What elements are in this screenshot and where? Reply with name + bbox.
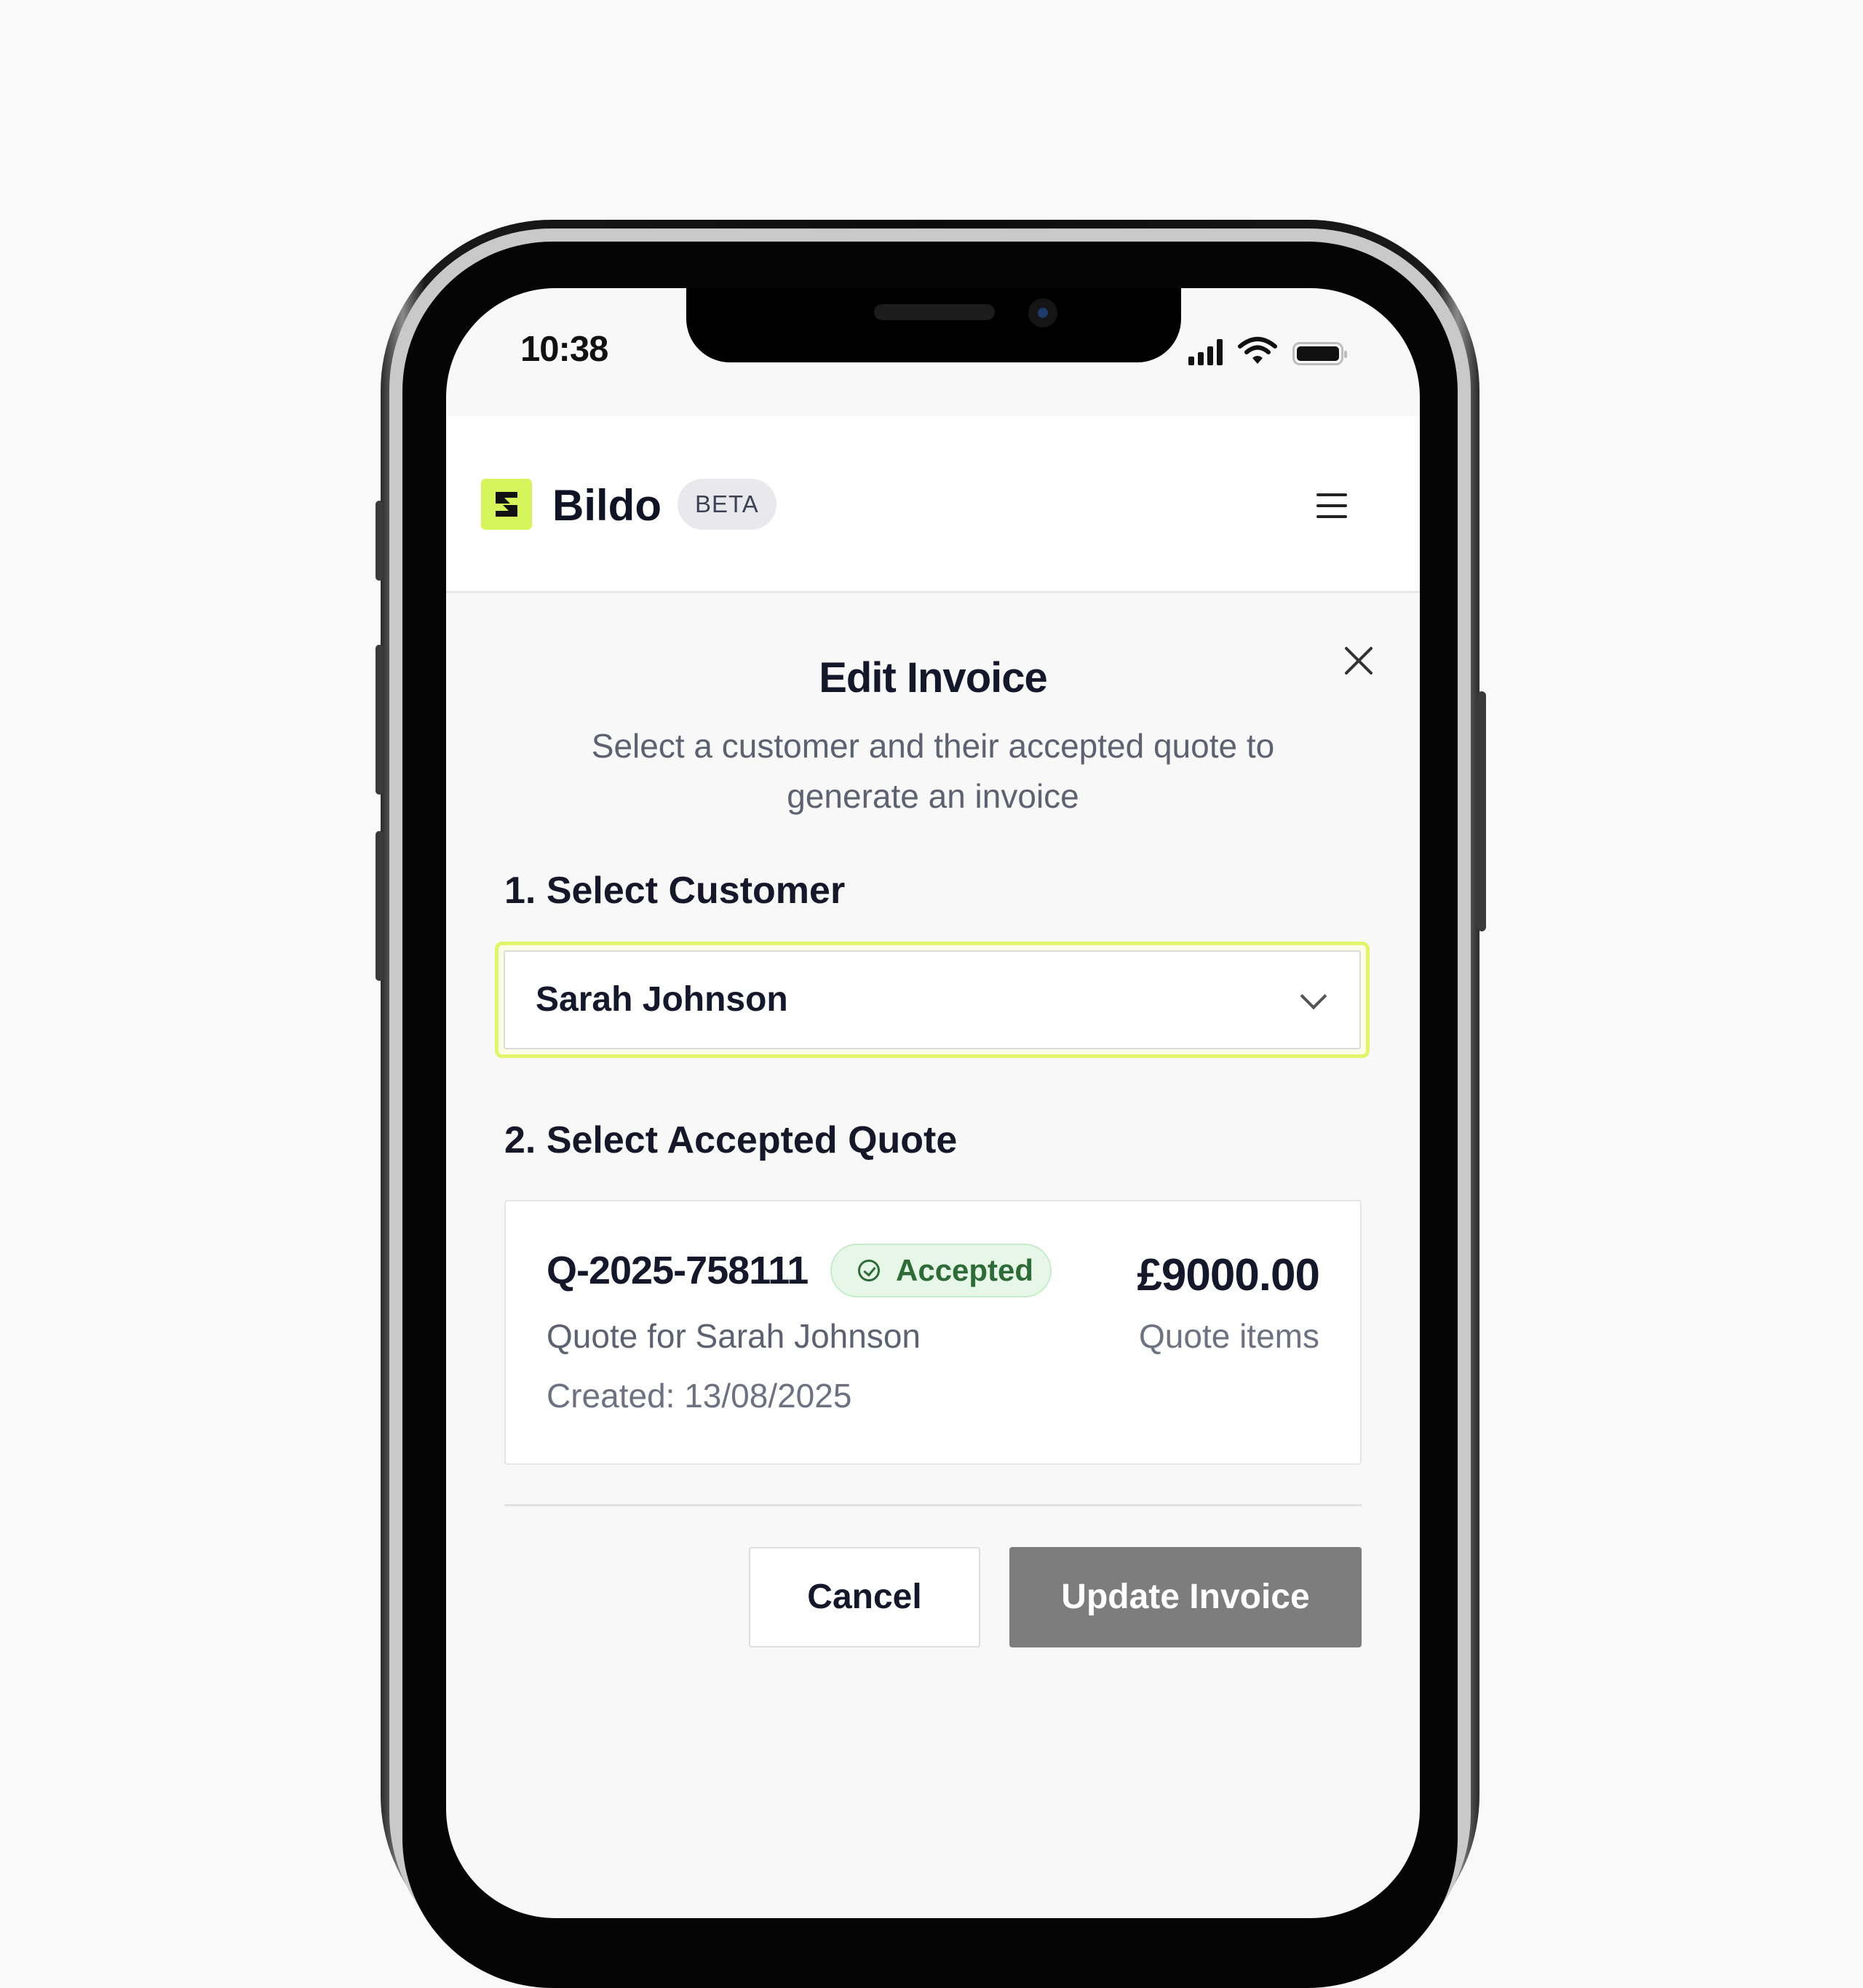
quote-id: Q-2025-758111 <box>547 1249 809 1292</box>
step1-label: 1. Select Customer <box>504 870 846 912</box>
logo-icon <box>481 479 532 530</box>
update-invoice-button[interactable]: Update Invoice <box>1009 1547 1362 1647</box>
phone-volume-up <box>376 645 383 795</box>
phone-mute-switch <box>376 501 383 581</box>
speaker <box>874 304 995 320</box>
phone-screen: 10:38 Bildo BETA Edit Invoice Select a c… <box>446 288 1420 1918</box>
quote-amount: £9000.00 <box>1137 1250 1320 1300</box>
quote-created-date: Created: 13/08/2025 <box>547 1377 852 1415</box>
quote-description: Quote for Sarah Johnson <box>547 1317 921 1355</box>
customer-select[interactable]: Sarah Johnson <box>495 942 1370 1058</box>
status-badge: Accepted <box>830 1244 1052 1297</box>
menu-button[interactable] <box>1316 492 1348 520</box>
signal-icon <box>1188 339 1223 365</box>
status-text: Accepted <box>896 1253 1034 1287</box>
beta-badge: BETA <box>678 479 776 530</box>
phone-volume-down <box>376 831 383 981</box>
notch <box>686 288 1181 362</box>
modal-title: Edit Invoice <box>819 654 1048 701</box>
camera <box>1028 298 1057 327</box>
modal-subtitle: Select a customer and their accepted quo… <box>591 727 1275 815</box>
customer-select-value: Sarah Johnson <box>536 980 788 1019</box>
menu-icon <box>1316 493 1347 496</box>
check-circle-icon <box>858 1260 880 1281</box>
brand-name: Bildo <box>552 481 662 530</box>
wifi-icon <box>1238 337 1277 364</box>
battery-icon <box>1292 342 1347 365</box>
divider <box>504 1504 1362 1506</box>
status-icons <box>1188 336 1347 365</box>
phone-power-button <box>1477 691 1486 931</box>
status-time: 10:38 <box>520 330 608 369</box>
quote-card[interactable]: Q-2025-758111 Accepted £9000.00 Quote fo… <box>504 1200 1362 1465</box>
app-header: Bildo BETA <box>446 416 1420 593</box>
quote-items-label: Quote items <box>1139 1317 1319 1355</box>
step2-label: 2. Select Accepted Quote <box>504 1119 958 1161</box>
chevron-down-icon <box>1300 982 1327 1010</box>
cancel-button[interactable]: Cancel <box>749 1547 980 1647</box>
